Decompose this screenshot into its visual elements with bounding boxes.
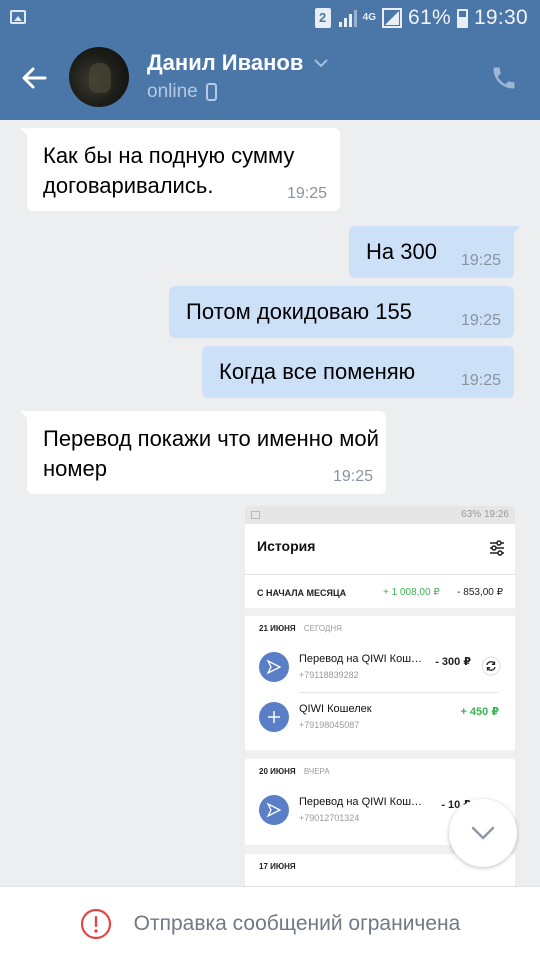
sim-indicator: 2 xyxy=(314,8,331,28)
day-group: 21 ИЮНЯ СЕГОДНЯ Перевод на QIWI Кошелек … xyxy=(245,616,515,750)
transaction-title: QIWI Кошелек xyxy=(299,703,372,715)
transaction-title: Перевод на QIWI Кошелек xyxy=(299,653,427,665)
gallery-notification-icon xyxy=(251,511,260,519)
avatar[interactable] xyxy=(69,47,129,107)
message-time: 19:25 xyxy=(286,185,327,202)
chevron-down-icon xyxy=(471,826,495,840)
contact-name-button[interactable]: Данил Иванов xyxy=(147,50,329,76)
chat-header: Данил Иванов online xyxy=(0,36,540,120)
month-expense: - 853,00 ₽ xyxy=(457,587,503,598)
call-button[interactable] xyxy=(486,60,522,96)
message-text: На 300 xyxy=(366,239,437,264)
month-income: + 1 008,00 ₽ xyxy=(383,587,440,598)
message-time: 19:25 xyxy=(460,252,501,269)
bubble-tail xyxy=(20,411,30,421)
transaction-phone: +79198045087 xyxy=(299,720,360,730)
arrow-left-icon xyxy=(22,67,47,89)
send-icon xyxy=(259,652,289,682)
gallery-notification-icon xyxy=(10,10,26,24)
transaction-phone: +79012701324 xyxy=(299,813,360,823)
message-outgoing[interactable]: Потом докидоваю 155 19:25 xyxy=(169,286,514,338)
network-type: 4G xyxy=(362,12,376,23)
filter-icon xyxy=(490,540,504,556)
status-bar: 2 4G 61% 19:30 xyxy=(0,0,540,36)
chevron-down-icon xyxy=(314,59,329,68)
clock: 19:30 xyxy=(473,6,528,29)
scroll-down-button[interactable] xyxy=(449,799,517,867)
battery-icon xyxy=(456,8,468,28)
day-relative: СЕГОДНЯ xyxy=(303,624,342,633)
screenshot-toolbar: История xyxy=(245,524,515,574)
plus-icon xyxy=(259,702,289,732)
status-text: online xyxy=(147,81,198,102)
screenshot-status-text: 63% 19:26 xyxy=(461,509,509,520)
message-text: Когда все поменяю xyxy=(219,359,416,384)
day-header: 21 ИЮНЯ СЕГОДНЯ xyxy=(245,616,515,642)
message-outgoing[interactable]: На 300 19:25 xyxy=(349,226,521,278)
message-time: 19:25 xyxy=(460,372,501,389)
mobile-icon xyxy=(205,83,217,101)
signal-strength-icon xyxy=(382,8,402,28)
transaction-title: Перевод на QIWI Кошелек xyxy=(299,796,427,808)
back-button[interactable] xyxy=(16,60,52,96)
bubble-tail xyxy=(511,226,521,236)
message-incoming[interactable]: Как бы на подную сумму договаривались. 1… xyxy=(20,128,340,211)
transaction-row: QIWI Кошелек +79198045087 + 450 ₽ xyxy=(245,692,515,742)
transaction-amount: - 300 ₽ xyxy=(435,656,471,668)
repeat-icon xyxy=(481,656,501,676)
month-summary: С НАЧАЛА МЕСЯЦА + 1 008,00 ₽ - 853,00 ₽ xyxy=(245,574,515,608)
bubble-tail xyxy=(20,128,30,138)
day-relative: ВЧЕРА xyxy=(303,767,330,776)
day-date: 17 ИЮНЯ xyxy=(259,862,296,871)
contact-name: Данил Иванов xyxy=(147,50,304,75)
screenshot-status-bar: 63% 19:26 xyxy=(245,506,515,524)
restricted-notice-text: Отправка сообщений ограничена xyxy=(133,911,461,935)
online-status: online xyxy=(147,81,217,103)
day-date: 20 ИЮНЯ xyxy=(259,767,296,776)
transaction-phone: +79118839282 xyxy=(299,670,359,680)
day-date: 21 ИЮНЯ xyxy=(259,624,296,633)
transaction-row: Перевод на QIWI Кошелек +79118839282 - 3… xyxy=(245,642,515,692)
message-outgoing[interactable]: Когда все поменяю 19:25 xyxy=(202,346,514,398)
screenshot-title: История xyxy=(257,538,316,554)
battery-percent: 61% xyxy=(408,6,451,29)
message-text: Потом докидоваю 155 xyxy=(186,299,412,324)
message-incoming[interactable]: Перевод покажи что именно мой номер 19:2… xyxy=(20,411,386,494)
message-text: Перевод покажи что именно мой номер xyxy=(43,426,379,481)
phone-icon xyxy=(493,67,515,89)
warning-icon xyxy=(80,908,111,939)
restricted-notice-bar: Отправка сообщений ограничена xyxy=(0,886,540,960)
message-time: 19:25 xyxy=(332,468,373,485)
signal-icon xyxy=(338,10,357,27)
send-icon xyxy=(259,795,289,825)
message-time: 19:25 xyxy=(460,312,501,329)
month-label: С НАЧАЛА МЕСЯЦА xyxy=(257,588,347,598)
day-header: 20 ИЮНЯ ВЧЕРА xyxy=(245,759,515,785)
transaction-amount: + 450 ₽ xyxy=(460,706,499,718)
